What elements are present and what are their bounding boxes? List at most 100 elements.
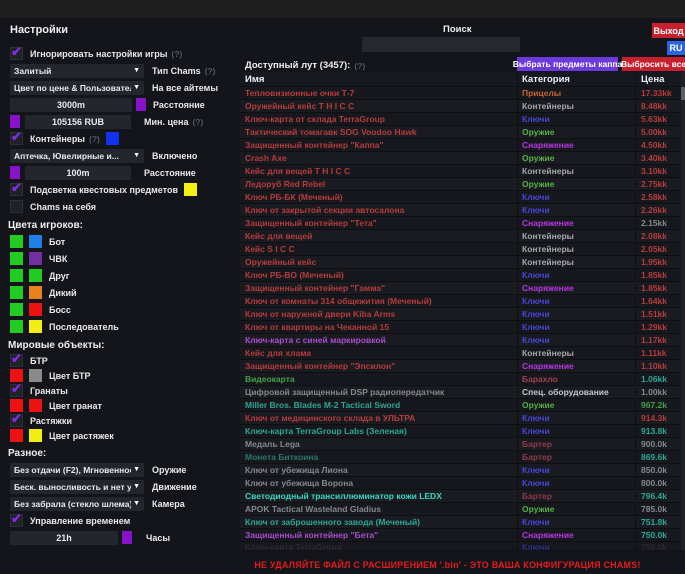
distance-input[interactable]: 3000m [10,98,132,112]
table-row[interactable]: Тактический томагавк SOG Voodoo HawkОруж… [240,126,681,139]
search-input[interactable] [362,37,520,52]
chams-type-dropdown[interactable]: Залитый ▼ [10,64,144,78]
weapon-dropdown[interactable]: Без отдачи (F2), Мгновенное п ▼ [10,463,144,477]
color-swatch[interactable] [10,115,20,128]
color-swatch[interactable] [10,429,23,442]
table-row[interactable]: Кейс для вещейКонтейнеры2.08kk [240,230,681,243]
color-swatch[interactable] [29,429,42,442]
table-row[interactable]: Ключ-карта от склада TerraGroupКлючи5.63… [240,113,681,126]
tripwires-color-label: Цвет растяжек [49,431,114,441]
quest-highlight-checkbox[interactable] [10,183,23,196]
table-row[interactable]: Кейс для хламаКонтейнеры1.11kk [240,347,681,360]
exit-button[interactable]: Выход [652,23,685,38]
scrollbar[interactable] [681,72,685,550]
table-row[interactable]: Кейс S I C CКонтейнеры2.05kk [240,243,681,256]
color-swatch[interactable] [29,286,42,299]
column-header-name[interactable]: Имя [240,74,517,85]
table-row[interactable]: Ключ от заброшенного завода (Меченый)Клю… [240,516,681,529]
all-items-dropdown[interactable]: Цвет по цене & Пользователь ▼ [10,81,144,95]
grenades-row: Гранаты [8,383,236,398]
table-row[interactable]: Ключ от убежища ЛионаКлючи850.0k [240,464,681,477]
column-header-price[interactable]: Цена [635,74,681,85]
color-swatch[interactable] [29,252,42,265]
table-row[interactable]: Ключ от квартиры на Чеканной 15Ключи1.29… [240,321,681,334]
color-swatch[interactable] [10,235,23,248]
hours-input[interactable]: 21h [10,531,118,545]
color-swatch[interactable] [10,252,23,265]
help-hint: (?) [192,117,203,127]
table-row[interactable]: APOK Tactical Wasteland GladiusОружие785… [240,503,681,516]
player-color-row: Босс [8,301,236,318]
containers-distance-input[interactable]: 100m [25,166,131,180]
table-row[interactable]: Ключ от наружной двери Kiba ArmsКлючи1.5… [240,308,681,321]
min-price-input[interactable]: 105156 RUB [25,115,131,129]
containers-row: Контейнеры (?) [8,130,236,147]
table-row[interactable]: Медаль LegaБартер900.0k [240,438,681,451]
select-kappa-items-button[interactable]: Выбрать предметы каппа [517,57,618,71]
time-control-checkbox[interactable] [10,514,23,527]
table-row[interactable]: Miller Bros. Blades M-2 Tactical SwordОр… [240,399,681,412]
color-swatch[interactable] [106,132,119,145]
movement-dropdown[interactable]: Беск. выносливость и нет уста: ▼ [10,480,144,494]
color-swatch[interactable] [29,399,42,412]
language-button[interactable]: RU [667,41,685,55]
color-swatch[interactable] [10,320,23,333]
chevron-down-icon: ▼ [133,84,140,91]
table-row[interactable]: Защищенный контейнер "Гамма"Снаряжение1.… [240,282,681,295]
table-row[interactable]: Ключ от комнаты 314 общежития (Меченый)К… [240,295,681,308]
color-swatch[interactable] [10,286,23,299]
table-row[interactable]: Кейс для вещей T H I C CКонтейнеры3.10kk [240,165,681,178]
containers-checkbox[interactable] [10,132,23,145]
camera-dropdown[interactable]: Без забрала (стекло шлема) ▼ [10,497,144,511]
player-color-row: ЧВК [8,250,236,267]
ignore-game-settings-label: Игнорировать настройки игры [30,49,167,59]
help-hint: (?) [354,61,365,71]
color-swatch[interactable] [10,166,20,179]
color-swatch[interactable] [136,98,146,111]
btr-checkbox[interactable] [10,354,23,367]
grenades-checkbox[interactable] [10,384,23,397]
column-header-category[interactable]: Категория [517,74,635,85]
table-row[interactable]: Ключ РБ-БК (Меченый)Ключи2.58kk [240,191,681,204]
color-swatch[interactable] [184,183,197,196]
color-swatch[interactable] [29,269,42,282]
table-row[interactable]: Защищенный контейнер "Эпсилон"Снаряжение… [240,360,681,373]
table-row[interactable]: Оружейный кейсКонтейнеры1.95kk [240,256,681,269]
table-row[interactable]: Ключ от убежища ВоронаКлючи800.0k [240,477,681,490]
table-row[interactable]: ВидеокартаБарахло1.06kk [240,373,681,386]
table-row[interactable]: Защищенный контейнер "Бета"Снаряжение750… [240,529,681,542]
table-row[interactable]: Защищенный контейнер "Каппа"Снаряжение4.… [240,139,681,152]
color-swatch[interactable] [29,369,42,382]
table-row[interactable]: Оружейный кейс T H I C CКонтейнеры8.48kk [240,100,681,113]
table-row[interactable]: Ключ-карта с синей маркировкойКлючи1.17k… [240,334,681,347]
distance-row: 3000m Расстояние [8,96,236,113]
table-row[interactable]: Ключ РБ-ВО (Меченый)Ключи1.85kk [240,269,681,282]
color-swatch[interactable] [29,303,42,316]
table-row[interactable]: Защищенный контейнер "Тета"Снаряжение2.1… [240,217,681,230]
scrollbar-thumb[interactable] [681,87,685,100]
table-row[interactable]: Монета БиткоинаБартер869.6k [240,451,681,464]
table-row[interactable]: Ключ от закрытой секции автосалонаКлючи2… [240,204,681,217]
ignore-game-settings-checkbox[interactable] [10,47,23,60]
table-row[interactable]: Ледоруб Red RebelОружие2.75kk [240,178,681,191]
loot-table: Имя Категория Цена Тепловизионные очки Т… [240,72,681,551]
color-swatch[interactable] [29,235,42,248]
color-swatch[interactable] [122,531,132,544]
table-row[interactable]: Ключ от медицинского склада в УЛЬТРАКлюч… [240,412,681,425]
table-row[interactable]: Цифровой защищенный DSP радиопередатчикС… [240,386,681,399]
help-hint: (?) [171,49,182,59]
table-row[interactable]: Тепловизионные очки Т-7Прицелы17.33kk [240,87,681,100]
footer-warning: НЕ УДАЛЯЙТЕ ФАЙЛ С РАСШИРЕНИЕМ '.bin' - … [210,560,685,570]
chams-self-checkbox[interactable] [10,200,23,213]
player-color-label: Дикий [49,288,77,298]
table-row[interactable]: Ключ-карта TerraGroupКлючи750.0k [240,542,681,551]
color-swatch[interactable] [10,303,23,316]
drop-all-button[interactable]: Выбросить все [622,57,685,71]
containers-filter-dropdown[interactable]: Аптечка, Ювелирные и... ▼ [10,149,144,163]
table-row[interactable]: Светодиодный трансиллюминатор кожи LEDXБ… [240,490,681,503]
color-swatch[interactable] [29,320,42,333]
table-row[interactable]: Crash AxeОружие3.40kk [240,152,681,165]
table-row[interactable]: Ключ-карта TerraGroup Labs (Зеленая)Ключ… [240,425,681,438]
color-swatch[interactable] [10,269,23,282]
tripwires-checkbox[interactable] [10,414,23,427]
